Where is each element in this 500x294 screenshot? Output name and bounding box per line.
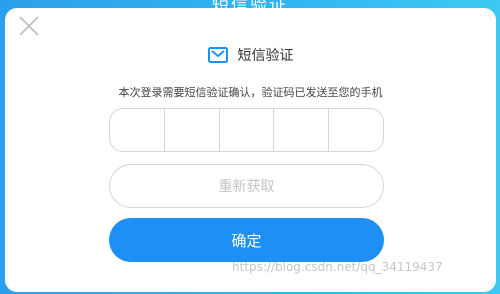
verification-description: 本次登录需要短信验证确认，验证码已发送至您的手机 bbox=[118, 86, 383, 99]
code-digit-1[interactable] bbox=[110, 109, 165, 151]
envelope-check-icon bbox=[207, 47, 228, 63]
confirm-button[interactable]: 确定 bbox=[109, 218, 384, 262]
dialog-heading: 短信验证 bbox=[5, 44, 496, 66]
watermark: https://blog.csdn.net/qq_34119437 bbox=[232, 260, 443, 274]
close-icon[interactable] bbox=[17, 14, 41, 38]
code-digit-5[interactable] bbox=[329, 109, 383, 151]
code-digit-4[interactable] bbox=[274, 109, 330, 151]
verification-code-input[interactable] bbox=[109, 108, 384, 152]
dialog-title: 短信验证 bbox=[237, 48, 294, 64]
resend-code-button[interactable]: 重新获取 bbox=[109, 164, 384, 208]
code-digit-2[interactable] bbox=[165, 109, 220, 151]
code-digit-3[interactable] bbox=[220, 109, 275, 151]
